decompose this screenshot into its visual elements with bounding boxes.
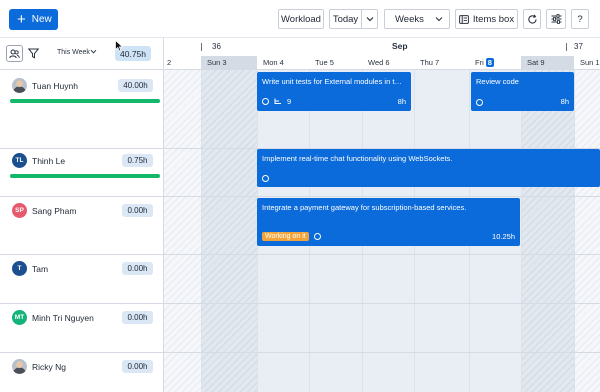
person-row[interactable]: MT Minh Tri Nguyen 0.00h: [0, 304, 163, 353]
view-select[interactable]: Weeks: [384, 9, 450, 29]
person-row[interactable]: Tuan Huynh 40.00h: [0, 70, 163, 149]
task-meta: Working on it: [262, 232, 321, 241]
person-name: Ricky Ng: [32, 362, 67, 372]
status-badge[interactable]: Working on it: [262, 232, 309, 241]
today-button[interactable]: Today: [329, 9, 362, 29]
settings-sliders-button[interactable]: [546, 9, 566, 29]
calendar-header: 36 Sep 37 2 Sun 3 Mon 4 Tue 5 Wed 6 Thu …: [164, 38, 600, 70]
items-box-button[interactable]: Items box: [455, 9, 518, 29]
view-select-value: Weeks: [395, 13, 424, 25]
task-hours: 8h: [397, 97, 406, 106]
hours-badge: 0.00h: [122, 262, 153, 275]
person-name: Thinh Le: [32, 156, 66, 166]
avatar: T: [12, 261, 27, 276]
chevron-down-icon: [435, 17, 443, 22]
day-label: Sun 1: [580, 58, 600, 67]
person-name: Minh Tri Nguyen: [32, 313, 94, 323]
subtask-icon: [274, 98, 281, 104]
week-number: 37: [574, 42, 583, 51]
hours-badge: 40.00h: [118, 79, 153, 92]
task-card[interactable]: Write unit tests for External modules in…: [257, 72, 411, 111]
person-row[interactable]: T Tam 0.00h: [0, 255, 163, 304]
mouse-cursor-icon: [115, 40, 124, 52]
hours-badge: 0.75h: [122, 154, 153, 167]
chevron-down-icon: [366, 17, 373, 22]
day-label: 2: [167, 58, 172, 67]
today-marker: 8: [485, 58, 494, 67]
person-row[interactable]: Ricky Ng 0.00h: [0, 353, 163, 392]
task-hours: 10.25h: [492, 232, 515, 241]
task-hours: 8h: [560, 97, 569, 106]
refresh-button[interactable]: [523, 9, 541, 29]
task-meta: [476, 99, 483, 106]
week-divider: [566, 43, 567, 51]
day-label: Tue 5: [315, 58, 334, 67]
day-label: Thu 7: [420, 58, 440, 67]
task-card[interactable]: Implement real-time chat functionality u…: [257, 149, 600, 187]
comment-icon: [262, 98, 269, 105]
funnel-icon: [28, 48, 39, 59]
task-card[interactable]: Review code 8h: [471, 72, 574, 111]
task-title: Review code: [476, 77, 519, 86]
people-icon: [9, 49, 20, 58]
items-box-label: Items box: [472, 13, 515, 25]
new-button[interactable]: + New: [9, 9, 58, 30]
group-people-button[interactable]: [6, 45, 23, 62]
week-row: 36 Sep 37: [164, 38, 600, 56]
period-select[interactable]: This Week: [57, 49, 90, 56]
hours-badge: 0.00h: [122, 360, 153, 373]
person-name: Tuan Huynh: [32, 81, 78, 91]
new-button-label: New: [31, 14, 52, 25]
workload-button[interactable]: Workload: [278, 9, 324, 29]
day-label: Fri: [475, 58, 484, 67]
schedule-grid[interactable]: Write unit tests for External modules in…: [164, 70, 600, 392]
person-row[interactable]: SP Sang Pham 0.00h: [0, 197, 163, 255]
day-label: Mon 4: [263, 58, 284, 67]
top-toolbar: + New Workload Today Weeks Items box ?: [0, 0, 600, 38]
task-meta: 9: [262, 97, 291, 106]
day-label: Sun 3: [201, 56, 257, 69]
comment-icon: [476, 99, 483, 106]
hours-badge: 0.00h: [122, 204, 153, 217]
items-box-icon: [459, 14, 469, 24]
task-title: Integrate a payment gateway for subscrip…: [262, 203, 467, 212]
task-title: Write unit tests for External modules in…: [262, 77, 406, 86]
task-meta: [262, 175, 269, 182]
task-title: Implement real-time chat functionality u…: [262, 154, 453, 163]
week-number: 36: [212, 42, 221, 51]
person-name: Sang Pham: [32, 206, 77, 216]
day-row: 2 Sun 3 Mon 4 Tue 5 Wed 6 Thu 7 Fri 8 Sat…: [164, 56, 600, 69]
task-card[interactable]: Integrate a payment gateway for subscrip…: [257, 198, 520, 246]
day-label: Sat 9: [521, 56, 574, 69]
today-dropdown-button[interactable]: [361, 9, 378, 29]
people-header: This Week 40.75h: [0, 38, 164, 70]
workload-bar: [10, 99, 160, 103]
refresh-icon: [527, 14, 537, 24]
comment-icon: [262, 175, 269, 182]
week-divider: [201, 43, 202, 51]
day-label-today: Fri 8: [469, 56, 521, 69]
comment-icon: [313, 233, 321, 240]
avatar: [12, 359, 27, 374]
hours-badge: 0.00h: [122, 311, 153, 324]
month-label: Sep: [392, 41, 408, 51]
person-row[interactable]: TL Thinh Le 0.75h: [0, 149, 163, 197]
help-button[interactable]: ?: [571, 9, 589, 29]
chevron-down-icon[interactable]: [90, 48, 97, 55]
workload-bar: [10, 174, 160, 178]
avatar: [12, 78, 27, 93]
sliders-icon: [551, 14, 561, 24]
subtask-count: 9: [287, 97, 292, 106]
day-label: Wed 6: [368, 58, 390, 67]
avatar: MT: [12, 310, 27, 325]
filter-button[interactable]: [25, 45, 42, 62]
people-list: Tuan Huynh 40.00h TL Thinh Le 0.75h SP S…: [0, 70, 164, 392]
plus-icon: +: [17, 10, 26, 28]
person-name: Tam: [32, 264, 49, 274]
avatar: SP: [12, 203, 27, 218]
avatar: TL: [12, 153, 27, 168]
